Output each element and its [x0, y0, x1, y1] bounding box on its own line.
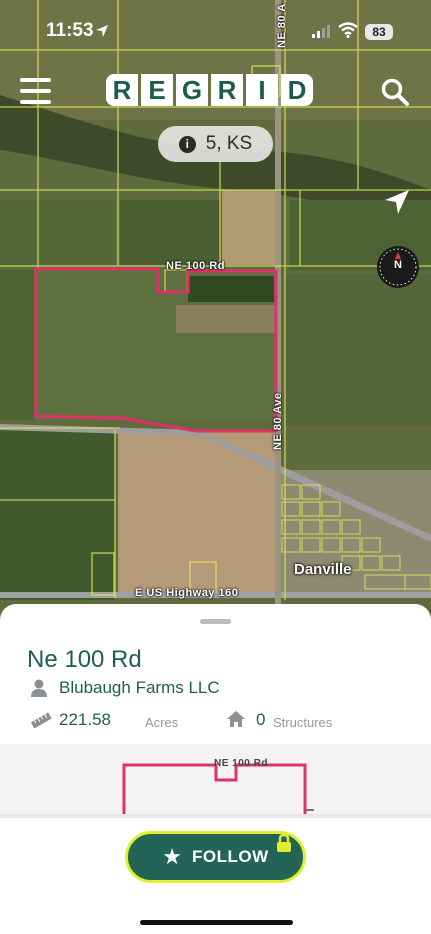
structures-value: 0	[256, 710, 266, 729]
owner-name: Blubaugh Farms LLC	[59, 678, 220, 697]
compass-letter: N	[394, 259, 402, 271]
menu-icon[interactable]	[20, 78, 51, 106]
location-chip-text: 5, KS	[205, 133, 253, 154]
compass-icon[interactable]: N	[377, 246, 419, 288]
signal-icon	[312, 25, 330, 38]
map-view[interactable]: NE 80 A NE 100 Rd NE 80 Ave E US Highway…	[0, 0, 431, 620]
home-indicator[interactable]	[140, 920, 293, 925]
logo-letter: I	[246, 74, 278, 106]
search-icon[interactable]	[380, 77, 410, 107]
logo-letter: G	[176, 74, 208, 106]
road-label-highway: E US Highway 160	[135, 587, 239, 599]
info-icon: i	[178, 135, 196, 153]
star-icon: ★	[162, 844, 183, 869]
sheet-divider	[0, 814, 431, 818]
location-arrow-icon	[96, 25, 108, 37]
town-label: Danville	[294, 561, 352, 578]
parcel-title: Ne 100 Rd	[27, 646, 142, 673]
navigation-icon[interactable]	[383, 188, 411, 216]
road-label-east: NE 80 Ave	[272, 392, 284, 451]
ruler-icon	[30, 712, 52, 728]
logo-letter: D	[281, 74, 313, 106]
regrid-logo: R E G R I D	[106, 74, 313, 106]
sheet-grabber[interactable]	[200, 619, 231, 624]
battery-icon: 83	[365, 24, 393, 40]
person-icon	[31, 679, 47, 697]
preview-parcel-outline	[122, 763, 314, 814]
structures-unit: Structures	[273, 715, 333, 730]
owner-row: Blubaugh Farms LLC	[31, 678, 220, 698]
parcel-preview-map[interactable]: NE 100 Rd	[0, 744, 431, 814]
logo-letter: R	[211, 74, 243, 106]
logo-letter: E	[141, 74, 173, 106]
home-icon	[227, 711, 245, 727]
acres-unit: Acres	[145, 715, 179, 730]
status-bar: 11:53 83	[0, 0, 431, 62]
preview-road-label: NE 100 Rd	[214, 758, 268, 769]
wifi-icon	[338, 22, 358, 38]
parcel-sheet[interactable]: Ne 100 Rd Blubaugh Farms LLC 221.58 Acre…	[0, 604, 431, 934]
status-time: 11:53	[46, 20, 94, 41]
lock-icon	[277, 833, 291, 852]
road-label-north: NE 100 Rd	[166, 260, 225, 272]
acres-value: 221.58	[59, 710, 111, 729]
location-chip[interactable]: i 5, KS	[158, 126, 273, 162]
logo-letter: R	[106, 74, 138, 106]
parcel-stats: 221.58 Acres 0 Structures	[30, 710, 410, 734]
follow-label: FOLLOW	[192, 847, 269, 866]
